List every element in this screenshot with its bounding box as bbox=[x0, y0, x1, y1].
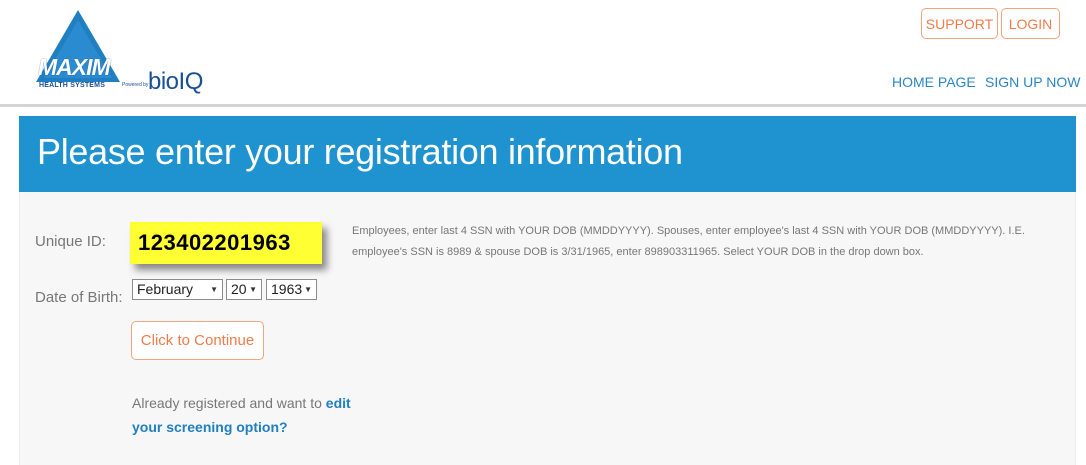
unique-id-help-text: Employees, enter last 4 SSN with YOUR DO… bbox=[352, 225, 1025, 258]
support-button[interactable]: SUPPORT bbox=[921, 8, 998, 39]
bioiq-logo: bioIQ bbox=[148, 68, 203, 95]
nav-home-page[interactable]: HOME PAGE bbox=[892, 74, 976, 90]
unique-id-value: 123402201963 bbox=[138, 230, 291, 255]
continue-button[interactable]: Click to Continue bbox=[131, 321, 264, 360]
dob-label: Date of Birth: bbox=[35, 289, 123, 306]
header-divider bbox=[0, 104, 1086, 107]
unique-id-input[interactable]: 123402201963 bbox=[130, 222, 322, 264]
header: MAXIM HEALTH SYSTEMS Powered by bioIQ SU… bbox=[0, 0, 1086, 106]
dob-day-select[interactable]: 20 ▼ bbox=[226, 279, 262, 300]
registration-banner: Please enter your registration informati… bbox=[19, 116, 1076, 192]
unique-id-label: Unique ID: bbox=[35, 233, 106, 250]
chevron-down-icon: ▼ bbox=[249, 285, 257, 294]
chevron-down-icon: ▼ bbox=[210, 285, 218, 294]
dob-year-select[interactable]: 1963 ▼ bbox=[266, 279, 317, 300]
page-title: Please enter your registration informati… bbox=[37, 131, 683, 172]
dob-month-select[interactable]: February ▼ bbox=[132, 279, 223, 300]
logo-tagline: HEALTH SYSTEMS bbox=[39, 82, 106, 89]
chevron-down-icon: ▼ bbox=[304, 285, 312, 294]
already-registered-text: Already registered and want to edit your… bbox=[132, 391, 372, 439]
already-registered-label: Already registered and want to bbox=[132, 395, 322, 411]
nav-sign-up-now[interactable]: SIGN UP NOW bbox=[985, 74, 1080, 90]
dob-month-value: February bbox=[137, 281, 194, 297]
dob-day-value: 20 bbox=[231, 281, 247, 297]
logo-brand: MAXIM bbox=[38, 54, 111, 80]
powered-by-text: Powered by bbox=[122, 82, 149, 88]
login-button[interactable]: LOGIN bbox=[1001, 8, 1060, 39]
maxim-logo[interactable]: MAXIM HEALTH SYSTEMS Powered by bioIQ bbox=[36, 10, 226, 96]
dob-year-value: 1963 bbox=[271, 281, 303, 297]
